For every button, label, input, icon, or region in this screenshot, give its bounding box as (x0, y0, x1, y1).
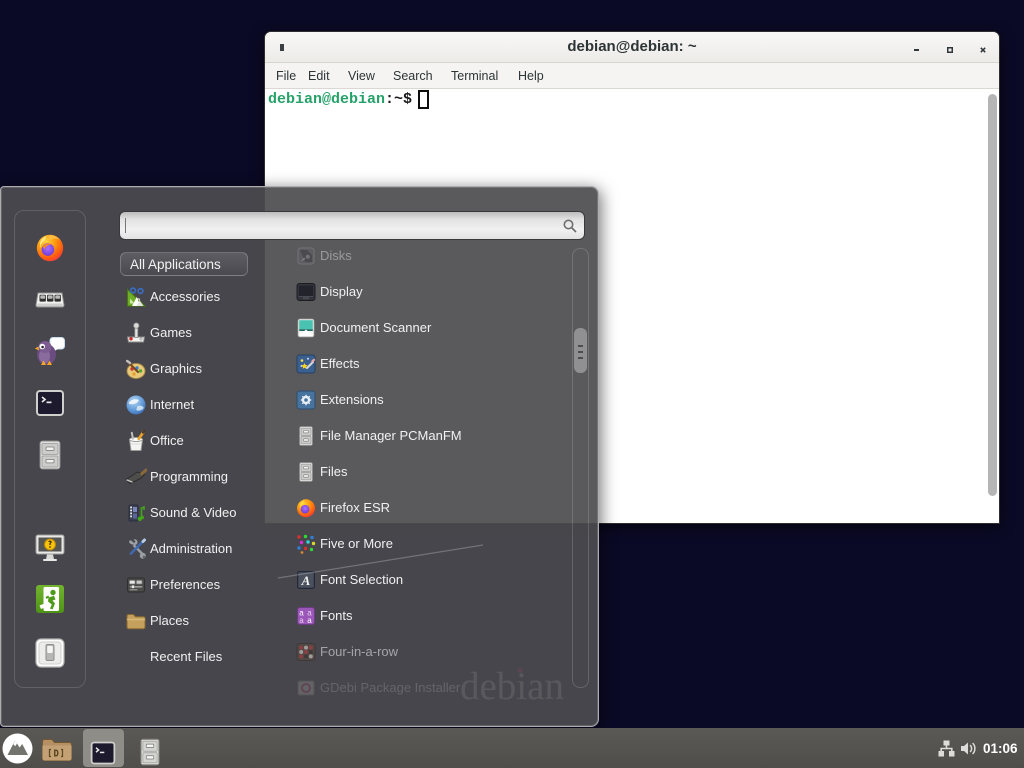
svg-text:a: a (299, 616, 304, 625)
svg-text:a: a (307, 616, 312, 625)
